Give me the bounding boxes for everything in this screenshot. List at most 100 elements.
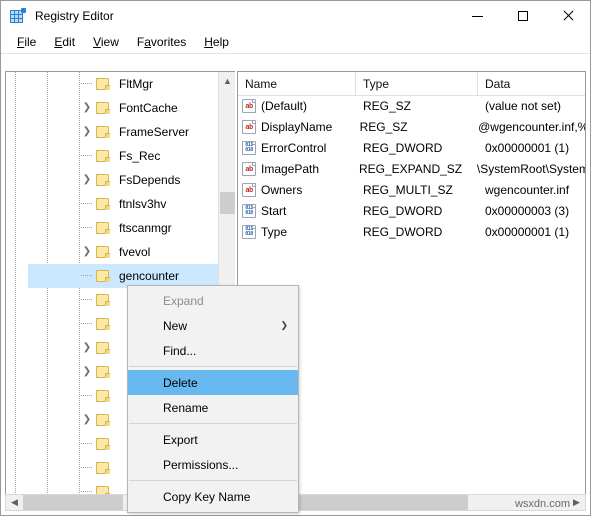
context-menu-item-label: Export <box>163 432 198 447</box>
context-menu-item-expand: Expand <box>128 288 298 313</box>
tree-scrollbar-thumb[interactable] <box>220 192 235 214</box>
folder-icon <box>95 293 111 307</box>
value-type: REG_EXPAND_SZ <box>358 161 463 176</box>
value-row[interactable]: ab DisplayName REG_SZ @wgencounter.inf,% <box>238 116 585 137</box>
value-name-cell: 011 010 Start <box>238 203 356 218</box>
tree-item-ftnlsv3hv[interactable]: ftnlsv3hv <box>6 192 218 216</box>
folder-icon <box>95 149 111 163</box>
context-menu-item-new[interactable]: New ❯ <box>128 313 298 338</box>
maximize-button[interactable] <box>500 1 545 31</box>
value-data: (value not set) <box>485 98 562 113</box>
menu-item-view[interactable]: View <box>84 33 128 52</box>
context-menu-item-permissions[interactable]: Permissions... <box>128 452 298 477</box>
menu-item-file[interactable]: File <box>8 33 45 52</box>
value-row[interactable]: 011 010 ErrorControl REG_DWORD 0x00000001 (1… <box>238 137 585 158</box>
value-data: 0x00000003 (3) <box>485 203 570 218</box>
content-area: FltMgr ❯ FontCache ❯ FrameServer Fs_Rec ❯ FsDep… <box>1 55 590 515</box>
tree-item-fontcache[interactable]: ❯ FontCache <box>6 96 218 120</box>
registry-editor-window: Registry Editor File Edit View Favorites Hel… <box>0 0 591 516</box>
chevron-right-icon[interactable]: ❯ <box>79 240 95 264</box>
tree-connector <box>79 264 95 288</box>
tree-item-label <box>116 443 122 446</box>
value-name-cell: ab (Default) <box>238 98 356 113</box>
tree-connector <box>79 216 95 240</box>
tree-item-ftscanmgr[interactable]: ftscanmgr <box>6 216 218 240</box>
value-data: 0x00000001 (1) <box>485 224 570 239</box>
context-menu-separator <box>129 480 297 481</box>
context-menu-item-export[interactable]: Export <box>128 427 298 452</box>
chevron-up-icon[interactable]: ▲ <box>219 72 235 89</box>
tree-item-label: FrameServer <box>119 124 190 139</box>
chevron-right-icon[interactable]: ❯ <box>79 168 95 192</box>
folder-icon <box>95 245 111 259</box>
value-row[interactable]: ab (Default) REG_SZ (value not set) <box>238 95 585 116</box>
folder-icon <box>95 269 111 283</box>
tree-item-label: FontCache <box>119 100 178 115</box>
tree-item-label: FsDepends <box>119 172 181 187</box>
tree-item-label: fvevol <box>119 244 151 259</box>
chevron-right-icon[interactable]: ❯ <box>79 408 95 432</box>
folder-icon <box>95 437 111 451</box>
menu-item-edit[interactable]: Edit <box>45 33 84 52</box>
minimize-button[interactable] <box>455 1 500 31</box>
registry-key-context-menu[interactable]: Expand New ❯ Find... Delete Rename Export Permi… <box>127 285 299 513</box>
context-menu-item-find[interactable]: Find... <box>128 338 298 363</box>
tree-connector <box>79 432 95 456</box>
close-button[interactable] <box>545 1 590 31</box>
value-name: (Default) <box>261 98 308 113</box>
folder-icon <box>95 77 111 91</box>
tree-item-label: gencounter <box>116 267 183 285</box>
folder-icon <box>95 101 111 115</box>
chevron-right-icon[interactable]: ❯ <box>79 336 95 360</box>
value-name-cell: 011 010 Type <box>238 224 356 239</box>
column-header-data[interactable]: Data <box>478 72 585 95</box>
chevron-right-icon[interactable]: ▶ <box>568 495 585 510</box>
folder-icon <box>95 173 111 187</box>
menu-item-favorites[interactable]: Favorites <box>128 33 195 52</box>
tree-item-label <box>116 323 122 326</box>
tree-item-frameserver[interactable]: ❯ FrameServer <box>6 120 218 144</box>
folder-icon <box>95 197 111 211</box>
value-row[interactable]: ab ImagePath REG_EXPAND_SZ \SystemRoot\Syst… <box>238 158 585 179</box>
string-value-icon: ab <box>242 119 256 134</box>
values-hscroll-track[interactable] <box>255 495 568 510</box>
chevron-right-icon[interactable]: ❯ <box>79 120 95 144</box>
tree-hscroll-thumb[interactable] <box>23 495 123 510</box>
tree-item-fsrec[interactable]: Fs_Rec <box>6 144 218 168</box>
value-row[interactable]: 011 010 Type REG_DWORD 0x00000001 (1) <box>238 221 585 242</box>
context-menu-item-delete[interactable]: Delete <box>128 370 298 395</box>
tree-item-label: Fs_Rec <box>119 148 161 163</box>
folder-icon <box>95 341 111 355</box>
binary-value-icon: 011 010 <box>242 224 256 239</box>
column-header-name[interactable]: Name <box>238 72 356 95</box>
tree-item-fvevol[interactable]: ❯ fvevol <box>6 240 218 264</box>
value-row[interactable]: 011 010 Start REG_DWORD 0x00000003 (3) <box>238 200 585 221</box>
window-controls <box>455 1 590 31</box>
context-menu-separator <box>129 423 297 424</box>
close-icon <box>562 10 574 22</box>
value-name: Start <box>261 203 287 218</box>
value-data: 0x00000001 (1) <box>485 140 570 155</box>
context-menu-item-label: Rename <box>163 400 209 415</box>
chevron-right-icon[interactable]: ❯ <box>79 360 95 384</box>
tree-item-label <box>116 467 122 470</box>
chevron-right-icon[interactable]: ❯ <box>79 96 95 120</box>
tree-item-label <box>116 299 122 302</box>
menu-bar: File Edit View Favorites Help <box>1 31 590 54</box>
column-header-type[interactable]: Type <box>356 72 478 95</box>
value-type: REG_SZ <box>363 98 412 113</box>
context-menu-item-label: Permissions... <box>163 457 239 472</box>
tree-item-fsdepends[interactable]: ❯ FsDepends <box>6 168 218 192</box>
folder-icon <box>95 365 111 379</box>
context-menu-item-copy-key-name[interactable]: Copy Key Name <box>128 484 298 509</box>
folder-icon <box>95 125 111 139</box>
chevron-left-icon[interactable]: ◀ <box>6 495 23 510</box>
menu-item-help[interactable]: Help <box>195 33 238 52</box>
value-name: ImagePath <box>261 161 320 176</box>
tree-item-fltmgr[interactable]: FltMgr <box>6 72 218 96</box>
context-menu-item-label: New <box>163 318 188 333</box>
value-row[interactable]: ab Owners REG_MULTI_SZ wgencounter.inf <box>238 179 585 200</box>
folder-icon <box>95 461 111 475</box>
context-menu-item-rename[interactable]: Rename <box>128 395 298 420</box>
value-name: Type <box>261 224 288 239</box>
